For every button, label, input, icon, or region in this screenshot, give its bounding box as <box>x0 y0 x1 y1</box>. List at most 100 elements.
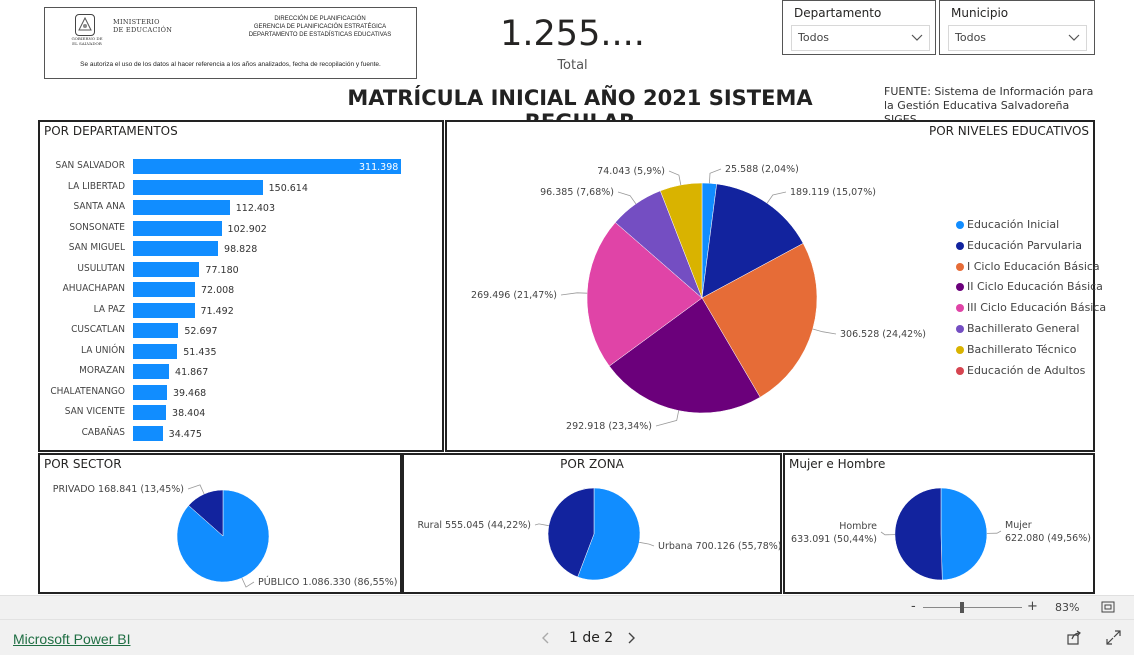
legend-item-educacion-parvularia[interactable]: Educación Parvularia <box>956 239 1082 252</box>
genero-label-mujer-leader <box>986 530 1002 534</box>
legend-dot-ii-ciclo-educacion-basica <box>956 283 964 292</box>
niveles-label-ii-ciclo-educacion-basica: 292.918 (23,34%) <box>566 421 652 432</box>
bar-san-miguel[interactable] <box>133 241 219 256</box>
niveles-label-bachillerato-tecnico-leader <box>668 170 682 186</box>
legend-dot-iii-ciclo-educacion-basica <box>956 304 964 313</box>
legend-dot-bachillerato-general <box>956 325 964 333</box>
bar-usulutan[interactable] <box>133 261 200 277</box>
bar-value-la-union: 51.435 <box>183 346 217 358</box>
legend-label-bachillerato-general: Bachillerato General <box>967 322 1080 335</box>
bar-chalatenango[interactable] <box>133 384 167 400</box>
genero-slice-hombre[interactable] <box>894 487 943 581</box>
zoom-bar: - + 83% <box>0 595 1134 619</box>
bar-label-la-paz: LA PAZ <box>93 303 125 315</box>
legend-label-ii-ciclo-educacion-basica: II Ciclo Educación Básica <box>967 280 1103 294</box>
legend-item-i-ciclo-educacion-basica[interactable]: I Ciclo Educación Básica <box>956 260 1100 273</box>
zoom-slider-thumb[interactable] <box>960 602 964 613</box>
footer-bar: Microsoft Power BI 1 de 2 <box>0 619 1134 655</box>
niveles-label-bachillerato-general: 96.385 (7,68%) <box>540 187 614 198</box>
power-bi-link[interactable]: Microsoft Power BI <box>13 631 130 647</box>
ministerio-label: MINISTERIO DE EDUCACIÓN <box>113 18 173 34</box>
legend-label-educacion-inicial: Educación Inicial <box>967 218 1060 231</box>
niveles-label-i-ciclo-educacion-basica: 306.528 (24,42%) <box>840 329 926 340</box>
bar-label-usulutan: USULUTAN <box>77 262 125 274</box>
legend-label-educacion-de-adultos: Educación de Adultos <box>967 363 1086 377</box>
zoom-level: 83% <box>1055 601 1080 614</box>
legend-item-ii-ciclo-educacion-basica[interactable]: II Ciclo Educación Básica <box>956 280 1103 293</box>
panel-zona: POR ZONA Urbana 700.126 (55,78%) Rural 55… <box>402 453 782 594</box>
bar-value-la-libertad: 150.614 <box>268 182 308 194</box>
bar-sonsonate[interactable] <box>133 220 222 236</box>
panel-departamentos-title: POR DEPARTAMENTOS <box>44 124 178 138</box>
panel-niveles: POR NIVELES EDUCATIVOS 25.588 (2,04%) 189… <box>445 120 1106 452</box>
genero-slice-mujer[interactable] <box>940 487 988 581</box>
municipio-dropdown[interactable]: Todos <box>948 25 1087 51</box>
share-icon[interactable] <box>1067 630 1082 645</box>
legend-item-educacion-inicial[interactable]: Educación Inicial <box>956 218 1059 231</box>
sector-label-privado: PRIVADO 168.841 (13,45%) <box>53 484 184 495</box>
bar-label-san-vicente: SAN VICENTE <box>64 406 125 417</box>
legend-label-educacion-parvularia: Educación Parvularia <box>967 238 1082 252</box>
niveles-label-bachillerato-general-leader <box>617 191 637 205</box>
slicer-municipio: Municipio Todos <box>939 0 1095 55</box>
bar-ahuachapan[interactable] <box>133 282 195 297</box>
bar-santa-ana[interactable] <box>133 200 230 215</box>
zona-label-rural-leader <box>534 523 549 527</box>
bar-value-san-vicente: 38.404 <box>172 408 206 419</box>
chevron-right-icon[interactable] <box>626 632 636 644</box>
legend-item-iii-ciclo-educacion-basica[interactable]: III Ciclo Educación Básica <box>956 301 1106 314</box>
bar-label-cuscatlan: CUSCATLAN <box>71 324 125 335</box>
legend-item-bachillerato-general[interactable]: Bachillerato General <box>956 322 1079 335</box>
legend-dot-i-ciclo-educacion-basica <box>956 262 964 271</box>
sector-label-publico-leader <box>241 577 255 588</box>
departamento-dropdown[interactable]: Todos <box>791 25 930 51</box>
bar-value-santa-ana: 112.403 <box>235 203 276 214</box>
sector-label-publico: PÚBLICO 1.086.330 (86,55%) <box>258 576 397 588</box>
chevron-down-icon <box>911 34 923 41</box>
panel-niveles-title: POR NIVELES EDUCATIVOS <box>928 124 1089 138</box>
bar-la-libertad[interactable] <box>133 179 263 195</box>
slicer-departamento-title: Departamento <box>794 6 882 20</box>
fullscreen-icon[interactable] <box>1106 630 1121 645</box>
niveles-label-i-ciclo-educacion-basica-leader <box>812 328 837 335</box>
departamento-selected: Todos <box>798 31 830 44</box>
bar-la-union[interactable] <box>133 343 178 359</box>
bar-label-la-union: LA UNIÓN <box>80 344 125 356</box>
kpi-total-value: 1.255.... <box>500 14 645 54</box>
bar-value-cuscatlan: 52.697 <box>184 326 218 337</box>
bar-value-usulutan: 77.180 <box>205 264 239 276</box>
legend-label-iii-ciclo-educacion-basica: III Ciclo Educación Básica <box>967 301 1107 315</box>
zona-pie-chart: Urbana 700.126 (55,78%) Rural 555.045 (44… <box>417 487 780 581</box>
zoom-slider-track[interactable] <box>923 607 1022 608</box>
bar-value-sonsonate: 102.902 <box>227 223 267 235</box>
legend-label-i-ciclo-educacion-basica: I Ciclo Educación Básica <box>967 259 1100 273</box>
genero-label-hombre-name: Hombre <box>839 521 877 532</box>
bar-san-vicente[interactable] <box>133 405 167 420</box>
bar-cabanas[interactable] <box>133 425 163 441</box>
bar-label-cabanas: CABAÑAS <box>81 426 125 438</box>
legend-item-educacion-de-adultos[interactable]: Educación de Adultos <box>956 364 1085 377</box>
zoom-out-button[interactable]: - <box>911 599 916 614</box>
fit-to-page-icon[interactable] <box>1101 601 1115 613</box>
niveles-label-bachillerato-tecnico: 74.043 (5,9%) <box>597 166 665 177</box>
legend-dot-bachillerato-tecnico <box>956 345 964 354</box>
ministry-header-box: GOBIERNO DE EL SALVADOR MINISTERIO DE EDUC… <box>44 7 417 79</box>
legend-item-bachillerato-tecnico[interactable]: Bachillerato Técnico <box>956 343 1077 356</box>
bar-cuscatlan[interactable] <box>133 323 179 338</box>
zoom-in-button[interactable]: + <box>1027 599 1038 614</box>
page-indicator: 1 de 2 <box>569 630 614 646</box>
genero-pie-chart: Mujer 622.080 (49,56%) Hombre 633.091 (50,4… <box>791 487 1091 581</box>
chevron-left-icon[interactable] <box>541 632 551 644</box>
bar-label-san-miguel: SAN MIGUEL <box>68 242 125 253</box>
panel-sector: POR SECTOR PÚBLICO 1.086.330 (86,55%) PRI… <box>38 453 402 594</box>
sector-label-privado-leader <box>187 484 205 495</box>
bar-la-paz[interactable] <box>133 302 195 318</box>
niveles-label-ii-ciclo-educacion-basica-leader <box>655 410 680 427</box>
bar-label-chalatenango: CHALATENANGO <box>50 385 125 397</box>
municipio-selected: Todos <box>955 31 987 44</box>
bar-morazan[interactable] <box>133 364 170 379</box>
kpi-total-label: Total <box>557 58 588 73</box>
bar-value-cabanas: 34.475 <box>168 428 202 440</box>
legend-dot-educacion-inicial <box>956 221 964 229</box>
panel-genero: Mujer e Hombre Mujer 622.080 (49,56%) Homb… <box>783 453 1095 594</box>
